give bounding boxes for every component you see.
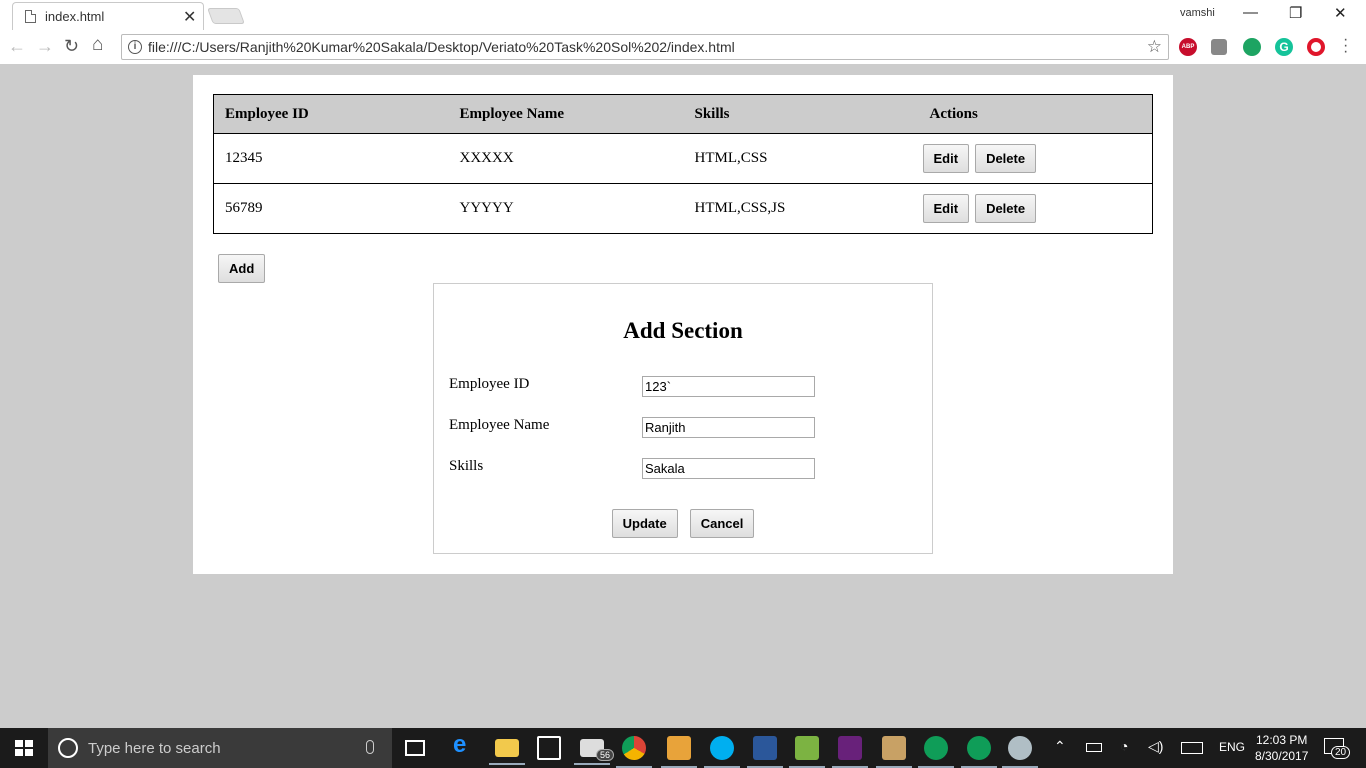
cell-employee-id: 56789 <box>213 183 449 234</box>
cell-skills: HTML,CSS <box>683 133 919 184</box>
employee-id-label: Employee ID <box>449 376 530 392</box>
table-header-row: Employee ID Employee Name Skills Actions <box>213 94 1153 134</box>
paint-icon[interactable] <box>1002 736 1038 768</box>
mail-badge: 56 <box>595 749 614 761</box>
hangouts-app-icon[interactable] <box>918 736 954 768</box>
file-icon <box>25 10 36 23</box>
header-actions: Actions <box>918 94 1153 134</box>
cortana-icon <box>58 738 78 758</box>
opera-icon[interactable] <box>1307 38 1325 56</box>
cell-actions: Edit Delete <box>918 183 1153 234</box>
employee-name-input[interactable] <box>642 417 815 438</box>
taskbar-search-placeholder: Type here to search <box>88 740 221 757</box>
cell-actions: Edit Delete <box>918 133 1153 184</box>
close-window-icon[interactable]: ✕ <box>1334 4 1347 22</box>
table-row: 56789 YYYYY HTML,CSS,JS Edit Delete <box>213 183 1153 234</box>
header-employee-name: Employee Name <box>448 94 684 134</box>
cell-employee-name: XXXXX <box>448 133 684 184</box>
employee-id-row: Employee ID <box>449 376 819 397</box>
show-hidden-icons-chevron-icon[interactable]: ⌃ <box>1054 738 1066 755</box>
store-icon[interactable] <box>537 736 561 760</box>
employee-id-input[interactable] <box>642 376 815 397</box>
language-indicator[interactable]: ENG <box>1219 740 1245 754</box>
skype-icon[interactable] <box>704 736 740 768</box>
wifi-icon[interactable]: ◔ <box>1120 738 1128 754</box>
grammarly-icon[interactable]: G <box>1275 38 1293 56</box>
info-icon[interactable]: i <box>128 40 142 54</box>
adblock-plus-icon[interactable]: ABP <box>1179 38 1197 56</box>
new-tab-button[interactable] <box>207 8 245 24</box>
menu-kebab-icon[interactable]: · · · <box>1343 32 1348 60</box>
edge-icon[interactable]: e <box>453 731 477 758</box>
microphone-icon[interactable] <box>366 740 374 754</box>
cell-employee-id: 12345 <box>213 133 449 184</box>
browser-tab[interactable]: index.html ✕ <box>12 2 204 30</box>
tab-close-icon[interactable]: ✕ <box>183 7 196 27</box>
add-section-panel: Add Section Employee ID Employee Name Sk… <box>433 283 933 554</box>
clock-date: 8/30/2017 <box>1255 749 1309 763</box>
add-button[interactable]: Add <box>218 254 266 283</box>
forward-arrow-icon[interactable]: → <box>36 36 54 57</box>
edit-button[interactable]: Edit <box>922 194 970 223</box>
tab-title: index.html <box>45 9 105 24</box>
mail-icon[interactable]: 56 <box>574 739 614 765</box>
back-arrow-icon[interactable]: ← <box>8 36 26 57</box>
add-section-title: Add Section <box>623 318 743 343</box>
employee-table: Employee ID Employee Name Skills Actions… <box>213 94 1153 234</box>
bookmark-star-icon[interactable]: ☆ <box>1147 37 1162 57</box>
cell-skills: HTML,CSS,JS <box>683 183 919 234</box>
cancel-button[interactable]: Cancel <box>689 509 755 538</box>
browser-titlebar: index.html ✕ vamshi — ❐ ✕ <box>0 0 1366 30</box>
windows-taskbar: Type here to search e 56 ⌃ ◔ ◁) ENG 12:0… <box>0 728 1366 768</box>
clock-time: 12:03 PM <box>1256 733 1308 747</box>
browser-toolbar: ← → ↻ ⌂ i file:///C:/Users/Ranjith%20Kum… <box>0 30 1366 65</box>
visual-studio-icon[interactable] <box>832 736 868 768</box>
delete-button[interactable]: Delete <box>975 144 1037 173</box>
table-row: 12345 XXXXX HTML,CSS Edit Delete <box>213 133 1153 184</box>
minimize-icon[interactable]: — <box>1243 4 1258 21</box>
hangouts-icon[interactable] <box>1243 38 1261 56</box>
volume-icon[interactable]: ◁) <box>1148 738 1163 755</box>
notepad-plus-icon[interactable] <box>789 736 825 768</box>
reload-icon[interactable]: ↻ <box>64 36 79 57</box>
form-buttons: Update Cancel <box>434 509 932 538</box>
hangouts-app-icon-2[interactable] <box>961 736 997 768</box>
battery-icon[interactable] <box>1086 743 1102 752</box>
notification-count-badge: 20 <box>1331 746 1351 759</box>
system-clock[interactable]: 12:03 PM 8/30/2017 <box>1255 732 1308 764</box>
page-container: Employee ID Employee Name Skills Actions… <box>193 75 1173 574</box>
sublime-icon[interactable] <box>661 736 697 768</box>
home-icon[interactable]: ⌂ <box>92 34 103 56</box>
keyboard-icon[interactable] <box>1181 742 1203 754</box>
word-icon[interactable] <box>747 736 783 768</box>
employee-name-label: Employee Name <box>449 417 550 433</box>
restore-icon[interactable]: ❐ <box>1289 4 1302 22</box>
header-skills: Skills <box>683 94 919 134</box>
edit-button[interactable]: Edit <box>922 144 970 173</box>
skills-label: Skills <box>449 458 484 474</box>
header-employee-id: Employee ID <box>213 94 449 134</box>
package-icon[interactable] <box>876 736 912 768</box>
skills-input[interactable] <box>642 458 815 479</box>
address-bar[interactable]: i file:///C:/Users/Ranjith%20Kumar%20Sak… <box>121 34 1169 60</box>
update-button[interactable]: Update <box>611 509 678 538</box>
pocket-icon[interactable] <box>1211 39 1227 55</box>
skills-row: Skills <box>449 458 819 479</box>
windows-start-icon[interactable] <box>15 740 33 756</box>
taskbar-search-box[interactable]: Type here to search <box>48 728 392 768</box>
task-view-icon[interactable] <box>405 740 425 756</box>
cell-employee-name: YYYYY <box>448 183 684 234</box>
file-explorer-icon[interactable] <box>489 739 525 765</box>
profile-name[interactable]: vamshi <box>1180 7 1215 19</box>
chrome-icon[interactable] <box>616 736 652 768</box>
delete-button[interactable]: Delete <box>975 194 1037 223</box>
url-text[interactable]: file:///C:/Users/Ranjith%20Kumar%20Sakal… <box>148 39 735 55</box>
employee-name-row: Employee Name <box>449 417 819 438</box>
